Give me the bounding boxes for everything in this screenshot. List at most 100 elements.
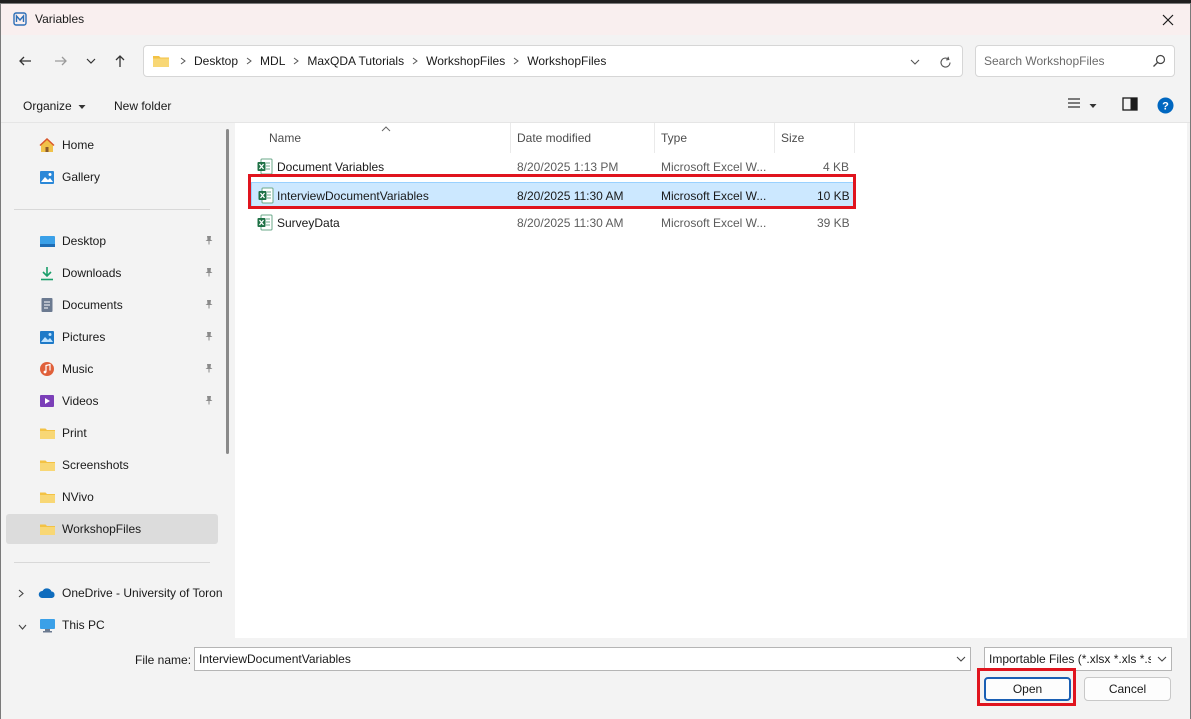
pin-icon[interactable] <box>204 394 214 408</box>
title-bar: Variables <box>1 4 1190 35</box>
file-name-field[interactable] <box>194 647 971 671</box>
back-arrow-icon[interactable] <box>13 49 37 73</box>
sidebar-item-screenshots[interactable]: Screenshots <box>6 450 218 480</box>
chevron-right-icon <box>240 57 258 65</box>
sidebar-item-label: Documents <box>62 298 123 312</box>
file-type: Microsoft Excel W... <box>661 160 767 174</box>
folder-icon <box>38 425 56 441</box>
sidebar-item-nvivo[interactable]: NVivo <box>6 482 218 512</box>
breadcrumb-workshopfiles-current[interactable]: WorkshopFiles <box>525 54 608 68</box>
file-row-document-variables[interactable]: Document Variables 8/20/2025 1:13 PM Mic… <box>251 154 855 180</box>
pin-icon[interactable] <box>204 298 214 312</box>
file-type: Microsoft Excel W... <box>661 189 767 203</box>
column-header-date-modified[interactable]: Date modified <box>511 123 655 153</box>
pin-icon[interactable] <box>204 362 214 376</box>
desktop-icon <box>38 233 56 249</box>
new-folder-button[interactable]: New folder <box>114 99 171 113</box>
sidebar-item-music[interactable]: Music <box>6 354 218 384</box>
chevron-right-icon[interactable] <box>18 587 24 601</box>
breadcrumb-desktop[interactable]: Desktop <box>192 54 240 68</box>
sidebar-item-videos[interactable]: Videos <box>6 386 218 416</box>
open-button[interactable]: Open <box>984 677 1071 701</box>
view-options-button[interactable] <box>1067 97 1097 112</box>
sidebar-item-this-pc[interactable]: This PC <box>6 610 218 638</box>
folder-icon <box>38 521 56 537</box>
sidebar-scrollbar[interactable] <box>226 129 229 454</box>
sidebar-item-label: Videos <box>62 394 99 408</box>
sidebar-item-label: Home <box>62 138 95 152</box>
forward-arrow-icon[interactable] <box>49 49 73 73</box>
close-icon[interactable] <box>1146 4 1190 35</box>
onedrive-icon <box>38 585 56 601</box>
sidebar-item-desktop[interactable]: Desktop <box>6 226 218 256</box>
file-size: 10 KB <box>817 189 850 203</box>
search-input[interactable] <box>984 54 1149 68</box>
excel-file-icon <box>257 214 273 234</box>
sidebar-item-onedrive[interactable]: OneDrive - University of Toron <box>6 578 223 608</box>
file-row-interviewdocumentvariables[interactable]: InterviewDocumentVariables 8/20/2025 11:… <box>251 182 855 208</box>
sidebar-item-label: NVivo <box>62 490 94 504</box>
chevron-right-icon <box>287 57 305 65</box>
file-name: Document Variables <box>277 160 385 174</box>
videos-icon <box>38 393 56 409</box>
breadcrumb-mdl[interactable]: MDL <box>258 54 287 68</box>
address-bar[interactable]: Desktop MDL MaxQDA Tutorials WorkshopFil… <box>143 45 963 77</box>
file-list-pane: Name Date modified Type Size Document Va… <box>235 123 1187 638</box>
sidebar-divider <box>14 209 210 210</box>
sidebar-item-label: Print <box>62 426 87 440</box>
documents-icon <box>38 297 56 313</box>
folder-icon <box>38 457 56 473</box>
breadcrumb-workshopfiles[interactable]: WorkshopFiles <box>424 54 507 68</box>
excel-file-icon <box>257 158 273 178</box>
search-box[interactable] <box>975 45 1175 77</box>
address-dropdown-chevron-icon[interactable] <box>904 52 926 72</box>
pin-icon[interactable] <box>204 266 214 280</box>
folder-icon <box>38 489 56 505</box>
file-name-input[interactable] <box>199 652 939 666</box>
pin-icon[interactable] <box>204 234 214 248</box>
file-size: 39 KB <box>817 216 850 230</box>
recent-chevron-down-icon[interactable] <box>79 49 103 73</box>
preview-pane-icon[interactable] <box>1122 97 1138 111</box>
chevron-right-icon <box>507 57 525 65</box>
gallery-icon <box>38 169 56 185</box>
chevron-right-icon <box>174 57 192 65</box>
this-pc-icon <box>38 617 56 633</box>
download-icon <box>38 265 56 281</box>
refresh-icon[interactable] <box>934 52 956 72</box>
sidebar-item-label: Desktop <box>62 234 107 248</box>
pin-icon[interactable] <box>204 330 214 344</box>
svg-text:?: ? <box>1162 101 1169 113</box>
file-size: 4 KB <box>823 160 850 174</box>
sidebar-item-gallery[interactable]: Gallery <box>6 162 218 192</box>
chevron-down-icon[interactable] <box>956 653 966 667</box>
column-header-name[interactable]: Name <box>263 123 511 153</box>
sidebar-item-print[interactable]: Print <box>6 418 218 448</box>
sidebar-item-pictures[interactable]: Pictures <box>6 322 218 352</box>
sidebar-item-documents[interactable]: Documents <box>6 290 218 320</box>
sidebar-item-label: Gallery <box>62 170 101 184</box>
chevron-down-icon[interactable] <box>18 619 27 633</box>
help-icon[interactable]: ? <box>1157 97 1174 114</box>
organize-label: Organize <box>23 99 72 113</box>
file-type-filter-select[interactable]: Importable Files (*.xlsx *.xls *.sav <box>984 647 1172 671</box>
maxqda-app-icon <box>13 12 27 26</box>
column-header-size[interactable]: Size <box>775 123 855 153</box>
sidebar-item-workshopfiles[interactable]: WorkshopFiles <box>6 514 218 544</box>
breadcrumb-maxqda-tutorials[interactable]: MaxQDA Tutorials <box>305 54 406 68</box>
sidebar-item-downloads[interactable]: Downloads <box>6 258 218 288</box>
sidebar-item-home[interactable]: Home <box>6 130 218 160</box>
search-icon[interactable] <box>1152 54 1166 71</box>
column-header-type[interactable]: Type <box>655 123 775 153</box>
organize-button[interactable]: Organize <box>23 99 86 113</box>
dialog-footer: File name: Importable Files (*.xlsx *.xl… <box>1 638 1190 719</box>
sidebar-item-label: Pictures <box>62 330 106 344</box>
file-date-modified: 8/20/2025 11:30 AM <box>517 216 624 230</box>
file-row-surveydata[interactable]: SurveyData 8/20/2025 11:30 AM Microsoft … <box>251 210 855 236</box>
chevron-down-icon <box>1089 98 1097 112</box>
file-name: SurveyData <box>277 216 340 230</box>
chevron-right-icon <box>406 57 424 65</box>
cancel-button[interactable]: Cancel <box>1084 677 1171 701</box>
window-title: Variables <box>35 12 85 26</box>
up-arrow-icon[interactable] <box>108 49 132 73</box>
